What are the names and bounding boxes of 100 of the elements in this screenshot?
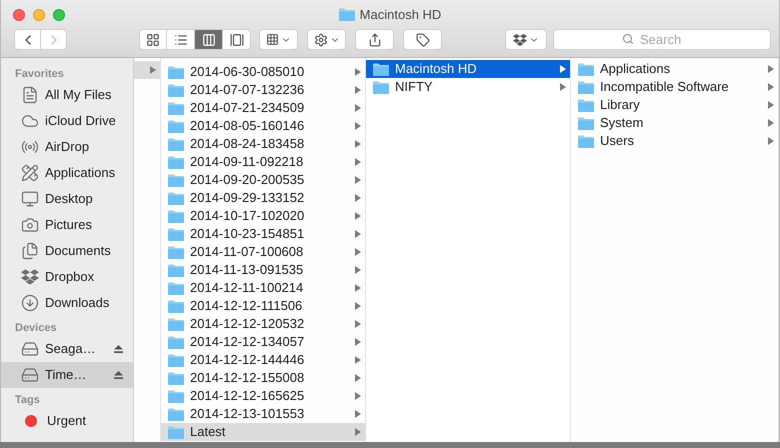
file-row[interactable]: 2014-08-24-183458 bbox=[161, 135, 365, 153]
download-icon bbox=[21, 294, 39, 312]
file-row[interactable]: Users bbox=[571, 132, 778, 150]
folder-icon bbox=[168, 192, 184, 204]
folder-icon bbox=[373, 62, 389, 76]
folder-icon bbox=[578, 134, 594, 148]
file-row[interactable]: 2014-12-12-134057 bbox=[161, 333, 365, 351]
folder-icon bbox=[168, 102, 184, 114]
folder-icon bbox=[168, 372, 184, 384]
gallery-view-icon bbox=[230, 32, 244, 46]
folder-icon bbox=[168, 246, 184, 258]
file-row[interactable] bbox=[134, 61, 160, 79]
folder-icon bbox=[168, 84, 184, 96]
file-row[interactable]: 2014-07-07-132236 bbox=[161, 81, 365, 99]
document-icon bbox=[21, 86, 39, 104]
back-button[interactable] bbox=[14, 29, 41, 50]
file-row[interactable]: Library bbox=[571, 96, 778, 114]
folder-icon bbox=[168, 156, 184, 168]
file-row[interactable]: System bbox=[571, 114, 778, 132]
file-row[interactable]: 2014-08-05-160146 bbox=[161, 117, 365, 135]
settings-icon bbox=[314, 32, 328, 46]
share-icon bbox=[368, 32, 382, 46]
folder-icon bbox=[168, 138, 184, 150]
folder-icon bbox=[578, 98, 594, 112]
file-row[interactable]: 2014-09-20-200535 bbox=[161, 171, 365, 189]
folder-icon bbox=[578, 62, 594, 76]
file-row[interactable]: 2014-12-12-144446 bbox=[161, 351, 365, 369]
sidebar-heading: Favorites bbox=[14, 67, 65, 82]
file-row[interactable]: Macintosh HD bbox=[366, 60, 570, 78]
sidebar-item[interactable]: Pictures bbox=[1, 212, 133, 238]
sidebar-item[interactable]: All My Files bbox=[1, 82, 133, 108]
tag-button[interactable] bbox=[403, 29, 442, 50]
file-row[interactable]: 2014-12-12-155008 bbox=[161, 369, 365, 387]
sidebar-item[interactable]: Documents bbox=[1, 238, 133, 264]
grid-view-icon bbox=[146, 32, 160, 46]
arrange-button[interactable] bbox=[259, 29, 298, 50]
file-row[interactable]: 2014-11-13-091535 bbox=[161, 261, 365, 279]
folder-icon bbox=[168, 66, 184, 78]
action-button[interactable] bbox=[307, 29, 346, 50]
folder-icon bbox=[168, 282, 184, 294]
folder-icon bbox=[373, 80, 389, 94]
view-mode-button[interactable] bbox=[223, 29, 251, 50]
sidebar-item[interactable]: Dropbox bbox=[1, 264, 133, 290]
folder-icon bbox=[578, 116, 594, 130]
file-row[interactable]: 2014-06-30-085010 bbox=[161, 63, 365, 81]
camera-icon bbox=[21, 216, 39, 234]
folder-icon bbox=[168, 228, 184, 240]
sidebar-item[interactable]: iCloud Drive bbox=[1, 108, 133, 134]
file-row[interactable]: 2014-12-12-165625 bbox=[161, 387, 365, 405]
close-button[interactable] bbox=[13, 8, 25, 20]
grid-icon bbox=[266, 33, 279, 46]
column-view-icon bbox=[202, 32, 216, 46]
window-title: Macintosh HD bbox=[360, 6, 442, 24]
file-row[interactable]: 2014-10-23-154851 bbox=[161, 225, 365, 243]
sidebar-item[interactable]: Downloads bbox=[1, 290, 133, 316]
eject-icon[interactable] bbox=[114, 345, 123, 353]
sidebar-item[interactable]: Time… bbox=[1, 362, 133, 388]
eject-icon[interactable] bbox=[114, 371, 123, 379]
documents-icon bbox=[21, 242, 39, 260]
view-mode-button[interactable] bbox=[167, 29, 195, 50]
sidebar-item[interactable]: Urgent bbox=[1, 408, 133, 434]
view-mode-button[interactable] bbox=[139, 29, 167, 50]
file-row[interactable]: 2014-09-11-092218 bbox=[161, 153, 365, 171]
dropbox-icon bbox=[21, 268, 39, 286]
file-row[interactable]: Incompatible Software bbox=[571, 78, 778, 96]
folder-icon bbox=[168, 300, 184, 312]
sidebar-heading: Devices bbox=[14, 321, 58, 336]
folder-icon bbox=[168, 390, 184, 402]
file-row[interactable]: Applications bbox=[571, 60, 778, 78]
cloud-icon bbox=[21, 112, 39, 130]
file-row[interactable]: 2014-12-13-101553 bbox=[161, 405, 365, 423]
file-row[interactable]: 2014-10-17-102020 bbox=[161, 207, 365, 225]
search-icon bbox=[622, 33, 634, 45]
zoom-button[interactable] bbox=[53, 8, 65, 20]
file-row[interactable]: 2014-12-11-100214 bbox=[161, 279, 365, 297]
folder-icon bbox=[168, 318, 184, 330]
hard-drive-icon bbox=[21, 366, 39, 384]
sidebar-item[interactable]: AirDrop bbox=[1, 134, 133, 160]
list-view-icon bbox=[174, 32, 188, 46]
sidebar-item[interactable]: Seaga… bbox=[1, 336, 133, 362]
file-row[interactable]: 2014-09-29-133152 bbox=[161, 189, 365, 207]
sidebar-item[interactable]: Desktop bbox=[1, 186, 133, 212]
file-row[interactable]: 2014-07-21-234509 bbox=[161, 99, 365, 117]
file-row[interactable]: 2014-11-07-100608 bbox=[161, 243, 365, 261]
sidebar-heading: Tags bbox=[14, 393, 41, 408]
monitor-icon bbox=[21, 190, 39, 208]
file-row[interactable]: NIFTY bbox=[366, 78, 570, 96]
share-button[interactable] bbox=[355, 29, 394, 50]
folder-icon bbox=[168, 120, 184, 132]
file-row[interactable]: Latest bbox=[161, 423, 365, 441]
search-field[interactable]: Search bbox=[553, 29, 771, 50]
folder-icon bbox=[168, 264, 184, 276]
folder-icon bbox=[168, 426, 184, 438]
folder-icon bbox=[168, 408, 184, 420]
sidebar-item[interactable]: Applications bbox=[1, 160, 133, 186]
view-mode-button[interactable] bbox=[195, 29, 223, 50]
dropbox-button[interactable] bbox=[505, 29, 547, 50]
file-row[interactable]: 2014-12-12-120532 bbox=[161, 315, 365, 333]
folder-icon bbox=[168, 336, 184, 348]
file-row[interactable]: 2014-12-12-111506 bbox=[161, 297, 365, 315]
